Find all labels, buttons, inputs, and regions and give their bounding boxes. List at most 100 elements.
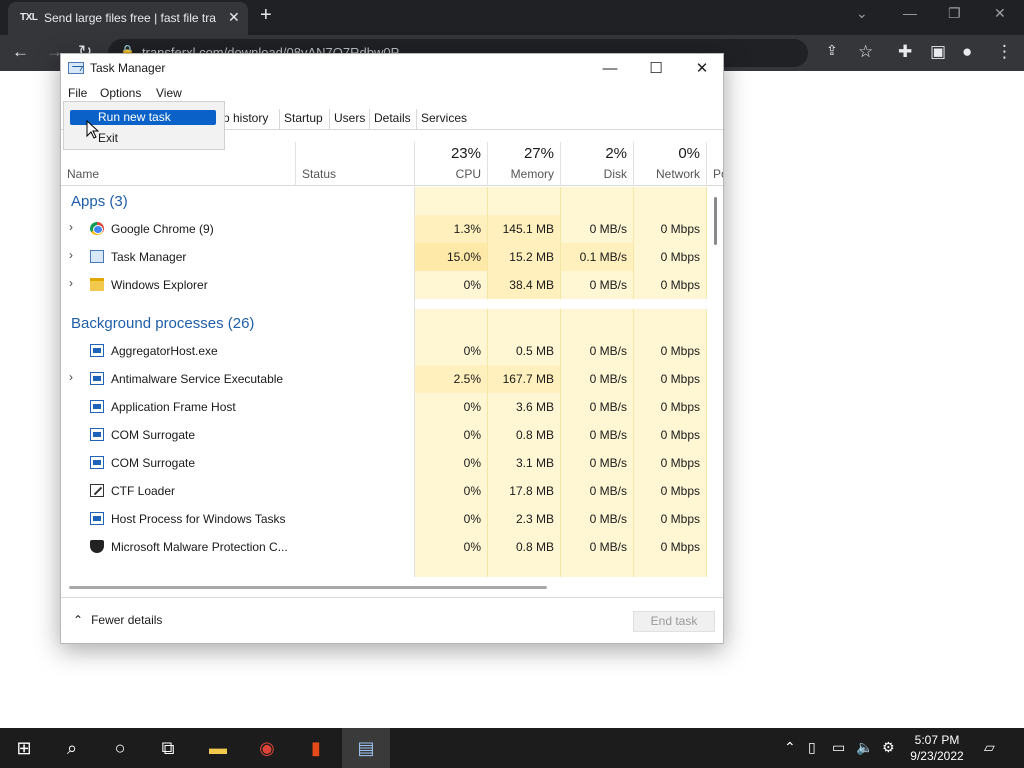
network-value: 0 Mbps <box>634 243 707 271</box>
office-icon[interactable]: ▮ <box>292 728 340 768</box>
cpu-value: 2.5% <box>415 365 488 393</box>
close-tab-icon[interactable]: ✕ <box>228 9 240 26</box>
table-row[interactable]: › Task Manager 15.0% 15.2 MB 0.1 MB/s 0 … <box>61 243 723 271</box>
network-value: 0 Mbps <box>634 449 707 477</box>
tab-details[interactable]: Details <box>369 109 415 129</box>
column-cpu-label: CPU <box>455 167 481 181</box>
show-hidden-icons-icon[interactable]: ⌃ <box>784 739 796 756</box>
tab-search-icon[interactable]: ⌄ <box>856 5 868 22</box>
tab-app-history[interactable]: p history <box>219 109 272 129</box>
horizontal-scrollbar[interactable] <box>69 586 547 589</box>
column-network[interactable]: 0% Network <box>634 142 707 186</box>
menu-file[interactable]: File <box>68 86 87 100</box>
window-app-icon <box>90 344 104 357</box>
expand-chevron-icon[interactable]: › <box>69 370 73 384</box>
memory-value: 167.7 MB <box>488 365 561 393</box>
table-row[interactable]: Microsoft Malware Protection C... 0% 0.8… <box>61 533 723 561</box>
taskbar: ⊞ ⌕ ○ ⧉ ▬ ◉ ▮ ▤ ⌃ ▯ ▭ 🔈 ⚙ 5:07 PM 9/23/2… <box>0 728 1024 768</box>
chrome-icon <box>90 222 104 235</box>
restore-browser-icon[interactable]: ❐ <box>948 5 961 22</box>
vertical-scrollbar[interactable] <box>714 197 717 245</box>
notifications-icon[interactable]: ▱ <box>984 739 995 756</box>
file-explorer-icon[interactable]: ▬ <box>194 728 242 768</box>
cortana-icon[interactable]: ○ <box>96 728 144 768</box>
menu-view[interactable]: View <box>156 86 182 100</box>
group-title-background: Background processes (26) <box>71 315 255 332</box>
group-header-apps[interactable]: Apps (3) <box>61 187 723 215</box>
network-icon[interactable]: ▭ <box>832 739 845 756</box>
process-name: COM Surrogate <box>111 456 196 470</box>
close-button[interactable]: ✕ <box>679 57 725 81</box>
browser-menu-icon[interactable]: ⋮ <box>996 42 1013 62</box>
tab-services[interactable]: Services <box>416 109 471 129</box>
table-row[interactable]: AggregatorHost.exe 0% 0.5 MB 0 MB/s 0 Mb… <box>61 337 723 365</box>
column-disk[interactable]: 2% Disk <box>561 142 634 186</box>
table-row[interactable] <box>61 561 723 577</box>
blank-cell <box>561 187 634 215</box>
table-row[interactable]: CTF Loader 0% 17.8 MB 0 MB/s 0 Mbps <box>61 477 723 505</box>
process-name: CTF Loader <box>111 484 176 498</box>
system-clock[interactable]: 5:07 PM 9/23/2022 <box>906 732 968 764</box>
table-row[interactable]: Host Process for Windows Tasks 0% 2.3 MB… <box>61 505 723 533</box>
device-icon[interactable]: ▯ <box>808 739 816 756</box>
cpu-value: 0% <box>415 477 488 505</box>
expand-chevron-icon[interactable]: › <box>69 276 73 290</box>
blank-cell <box>488 187 561 215</box>
column-memory[interactable]: 27% Memory <box>488 142 561 186</box>
memory-value: 3.6 MB <box>488 393 561 421</box>
new-tab-button[interactable]: + <box>260 4 272 27</box>
tab-startup[interactable]: Startup <box>279 109 327 129</box>
gear-icon[interactable]: ⚙ <box>882 739 895 756</box>
table-row[interactable]: Application Frame Host 0% 3.6 MB 0 MB/s … <box>61 393 723 421</box>
minimize-browser-icon[interactable]: — <box>903 5 917 21</box>
side-panel-icon[interactable]: ▣ <box>930 42 946 62</box>
network-value: 0 Mbps <box>634 337 707 365</box>
blank-cell <box>488 309 561 337</box>
disk-value: 0 MB/s <box>561 365 634 393</box>
expand-chevron-icon[interactable]: › <box>69 220 73 234</box>
end-task-button[interactable]: End task <box>633 611 715 632</box>
title-bar[interactable]: Task Manager — ☐ ✕ <box>61 54 723 84</box>
memory-value: 3.1 MB <box>488 449 561 477</box>
task-manager-taskbar-icon[interactable]: ▤ <box>342 728 390 768</box>
process-name: Antimalware Service Executable <box>111 372 284 386</box>
menu-options[interactable]: Options <box>100 86 141 100</box>
maximize-button[interactable]: ☐ <box>633 57 679 81</box>
process-name: AggregatorHost.exe <box>111 344 218 358</box>
shield-icon <box>90 540 104 553</box>
column-status[interactable]: Status <box>296 142 415 186</box>
extensions-icon[interactable]: ✚ <box>898 42 912 62</box>
share-icon[interactable]: ⇪ <box>826 42 838 59</box>
group-title-apps: Apps (3) <box>71 193 128 210</box>
start-windows-icon[interactable]: ⊞ <box>0 728 48 768</box>
blank-cell <box>415 561 488 577</box>
table-row[interactable]: › Windows Explorer 0% 38.4 MB 0 MB/s 0 M… <box>61 271 723 299</box>
search-icon[interactable]: ⌕ <box>48 728 96 768</box>
browser-tab[interactable]: TXL Send large files free | fast file tr… <box>8 2 248 35</box>
blank-cell <box>415 309 488 337</box>
memory-value: 0.8 MB <box>488 533 561 561</box>
column-cpu[interactable]: 23% CPU <box>415 142 488 186</box>
blank-cell <box>634 309 707 337</box>
table-row[interactable]: COM Surrogate 0% 3.1 MB 0 MB/s 0 Mbps <box>61 449 723 477</box>
expand-chevron-icon[interactable]: › <box>69 248 73 262</box>
close-browser-icon[interactable]: ✕ <box>994 5 1006 22</box>
task-view-icon[interactable]: ⧉ <box>144 728 192 768</box>
column-power[interactable]: Po <box>707 142 723 186</box>
cpu-value: 0% <box>415 505 488 533</box>
table-row[interactable]: COM Surrogate 0% 0.8 MB 0 MB/s 0 Mbps <box>61 421 723 449</box>
cpu-value: 0% <box>415 449 488 477</box>
tab-users[interactable]: Users <box>329 109 369 129</box>
fewer-details-button[interactable]: ⌃ Fewer details <box>73 613 162 627</box>
chrome-taskbar-icon[interactable]: ◉ <box>243 728 291 768</box>
table-row[interactable]: › Google Chrome (9) 1.3% 145.1 MB 0 MB/s… <box>61 215 723 243</box>
group-header-background[interactable]: Background processes (26) <box>61 309 723 337</box>
back-icon[interactable]: ← <box>12 42 29 62</box>
minimize-button[interactable]: — <box>587 57 633 81</box>
profile-icon[interactable]: ● <box>962 42 972 62</box>
blank-cell <box>634 561 707 577</box>
bookmark-star-icon[interactable]: ☆ <box>858 42 873 62</box>
volume-icon[interactable]: 🔈 <box>856 739 873 756</box>
table-row[interactable]: › Antimalware Service Executable 2.5% 16… <box>61 365 723 393</box>
disk-value: 0 MB/s <box>561 337 634 365</box>
